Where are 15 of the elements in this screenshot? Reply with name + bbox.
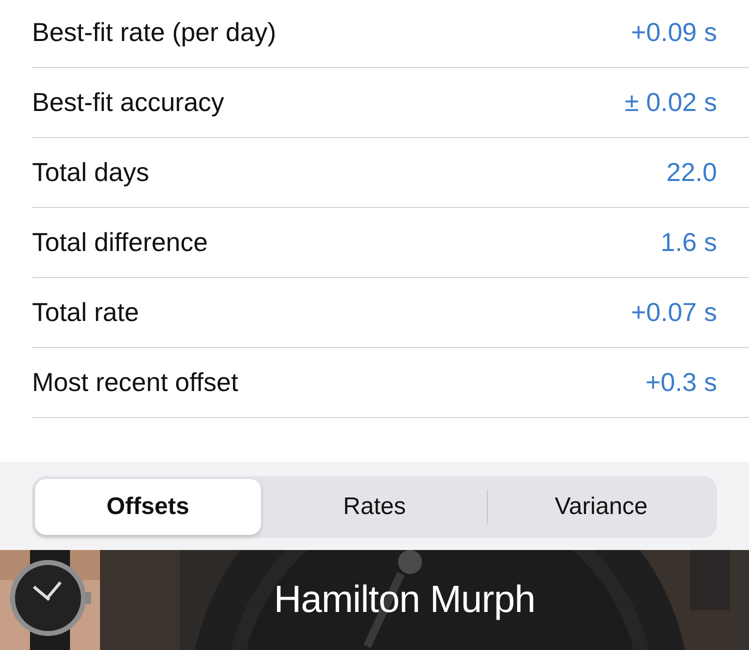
segment-tab[interactable]: Variance <box>488 479 714 535</box>
stat-value: ± 0.02 s <box>624 86 717 119</box>
segment-tab[interactable]: Offsets <box>35 479 261 535</box>
stat-value: 22.0 <box>666 156 717 189</box>
stat-value: +0.07 s <box>630 296 717 329</box>
stat-value: 1.6 s <box>660 226 717 259</box>
stat-label: Most recent offset <box>32 366 238 399</box>
stat-label: Total difference <box>32 226 208 259</box>
stat-label: Total days <box>32 156 150 189</box>
stat-value: +0.09 s <box>630 16 717 49</box>
stat-label: Total rate <box>32 296 139 329</box>
stat-value: +0.3 s <box>645 366 717 399</box>
stat-label: Best-fit accuracy <box>32 86 224 119</box>
stat-label: Best-fit rate (per day) <box>32 16 276 49</box>
segment-tab[interactable]: Rates <box>262 479 488 535</box>
